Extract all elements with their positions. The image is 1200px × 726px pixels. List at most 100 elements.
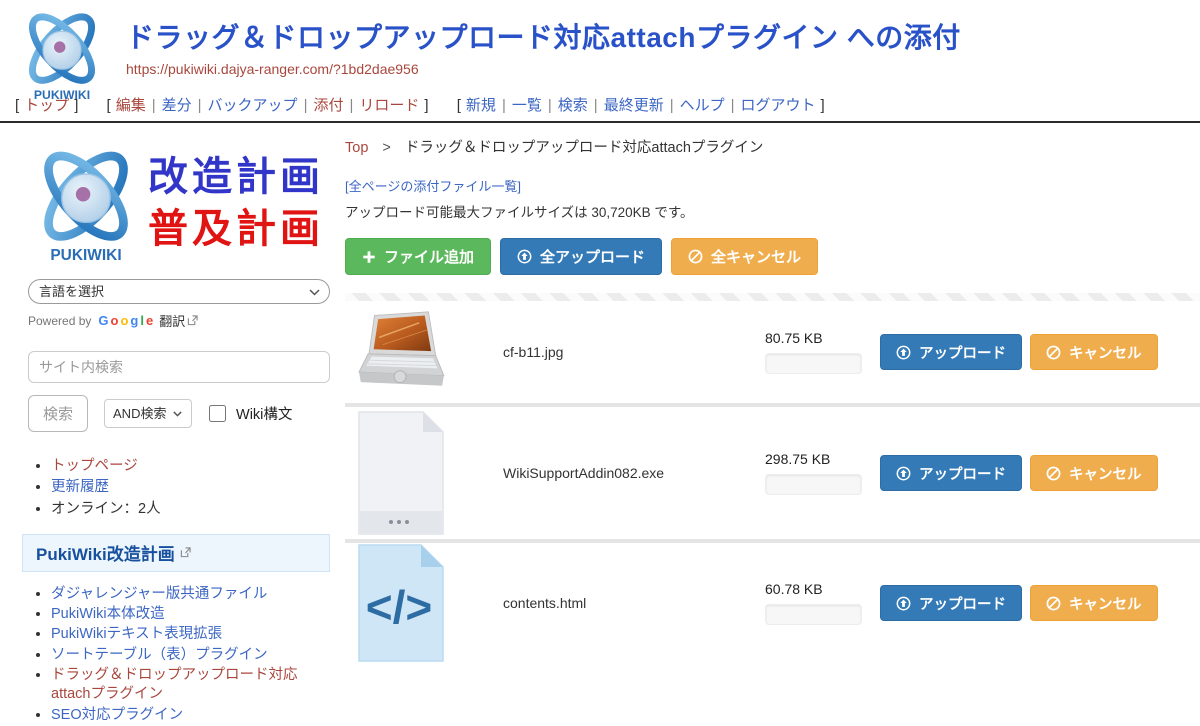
atom-logo-icon: PUKIWIKI xyxy=(16,6,108,102)
nav-backup[interactable]: バックアップ xyxy=(208,97,298,114)
list-item: SEO対応プラグイン xyxy=(51,706,330,725)
sidebar-item-dnd-attach[interactable]: ドラッグ＆ドロップアップロード対応attachプラグイン xyxy=(51,667,298,702)
nav-separator: | xyxy=(198,97,202,114)
add-files-button[interactable]: ファイル追加 xyxy=(345,238,491,275)
sidebar-item-common-files[interactable]: ダジャレンジャー版共通ファイル xyxy=(51,586,267,602)
ban-circle-icon xyxy=(1046,345,1061,360)
search-button[interactable]: 検索 xyxy=(28,395,88,432)
list-item: PukiWiki本体改造 xyxy=(51,605,330,624)
atom-logo-icon: PUKIWIKI xyxy=(28,140,144,266)
sidebar-item-update-history[interactable]: 更新履歴 xyxy=(51,479,109,495)
sidebar-item-sort-table[interactable]: ソートテーブル（表）プラグイン xyxy=(51,647,268,663)
breadcrumb-current: ドラッグ＆ドロップアップロード対応attachプラグイン xyxy=(405,140,764,156)
file-name: contents.html xyxy=(503,595,765,611)
bracket: ] xyxy=(424,97,428,114)
logo-wordmark: PUKIWIKI xyxy=(50,247,121,264)
nav-reload[interactable]: リロード xyxy=(359,97,419,114)
sidebar-logo[interactable]: PUKIWIKI 改造計画 普及計画 xyxy=(28,139,330,267)
page-title[interactable]: ドラッグ＆ドロップアップロード対応attachプラグイン への添付 xyxy=(126,22,1200,54)
breadcrumb-home[interactable]: Top xyxy=(345,140,368,156)
translate-link[interactable]: 翻訳 xyxy=(159,311,185,330)
ban-circle-icon xyxy=(688,249,703,264)
cancel-button[interactable]: キャンセル xyxy=(1030,585,1158,621)
nav-separator: | xyxy=(670,97,674,114)
file-progress-bar xyxy=(765,604,862,625)
breadcrumb-separator: > xyxy=(382,140,390,156)
nav-recent[interactable]: 最終更新 xyxy=(604,97,664,114)
list-item: オンライン：2人 xyxy=(51,500,330,519)
powered-by-google: Powered by Google 翻訳 xyxy=(28,311,330,330)
upload-all-button[interactable]: 全アップロード xyxy=(500,238,662,275)
nav-edit[interactable]: 編集 xyxy=(116,97,146,114)
search-mode-select[interactable]: AND検索 xyxy=(104,399,192,428)
cancel-button[interactable]: キャンセル xyxy=(1030,455,1158,491)
page-url: https://pukiwiki.dajya-ranger.com/?1bd2d… xyxy=(126,61,1200,77)
laptop-photo-thumbnail xyxy=(351,310,451,394)
slogan-line2: 普及計画 xyxy=(148,203,324,255)
list-item: ドラッグ＆ドロップアップロード対応attachプラグイン xyxy=(51,666,330,705)
ban-circle-icon xyxy=(1046,596,1061,611)
nav-separator: | xyxy=(349,97,353,114)
all-attachments-link[interactable]: [全ページの添付ファイル一覧] xyxy=(345,176,521,195)
list-item: ソートテーブル（表）プラグイン xyxy=(51,646,330,665)
nav-separator: | xyxy=(731,97,735,114)
upload-circle-icon xyxy=(896,596,911,611)
nav-search[interactable]: 検索 xyxy=(558,97,588,114)
max-file-size-text: アップロード可能最大ファイルサイズは 30,720KB です。 xyxy=(345,201,1200,221)
external-link-icon xyxy=(187,315,198,326)
powered-by-label: Powered by xyxy=(28,314,91,328)
nav-list[interactable]: 一覧 xyxy=(512,97,542,114)
nav-diff[interactable]: 差分 xyxy=(162,97,192,114)
wiki-syntax-checkbox[interactable] xyxy=(209,405,226,422)
sidebar: PUKIWIKI 改造計画 普及計画 言語を選択 Powered by Goog… xyxy=(0,123,345,726)
total-progress-bar xyxy=(345,293,1200,301)
pukiwiki-kaizou-link[interactable]: PukiWiki改造計画 xyxy=(36,540,175,565)
list-item: ダジャレンジャー版共通ファイル xyxy=(51,585,330,604)
nav-help[interactable]: ヘルプ xyxy=(680,97,725,114)
sidebar-item-top-page[interactable]: トップページ xyxy=(51,458,138,474)
file-progress-bar xyxy=(765,353,862,374)
logo-wordmark: PUKIWIKI xyxy=(34,88,90,102)
file-row: </> contents.html 60.78 KB アップロード xyxy=(345,543,1200,663)
nav-logout[interactable]: ログアウト xyxy=(741,97,816,114)
nav-separator: | xyxy=(548,97,552,114)
upload-circle-icon xyxy=(517,249,532,264)
cancel-button[interactable]: キャンセル xyxy=(1030,334,1158,370)
upload-button[interactable]: アップロード xyxy=(880,585,1022,621)
sidebar-slogan: 改造計画 普及計画 xyxy=(148,151,324,255)
sidebar-item-text-ext[interactable]: PukiWikiテキスト表現拡張 xyxy=(51,626,222,642)
file-row: WikiSupportAddin082.exe 298.75 KB アップロード xyxy=(345,407,1200,539)
sidebar-item-seo-plugin[interactable]: SEO対応プラグイン xyxy=(51,707,183,723)
file-name: cf-b11.jpg xyxy=(503,344,765,360)
online-count: オンライン：2人 xyxy=(51,501,161,517)
nav-separator: | xyxy=(152,97,156,114)
list-item: 更新履歴 xyxy=(51,478,330,497)
list-item: PukiWikiテキスト表現拡張 xyxy=(51,625,330,644)
site-search-input[interactable] xyxy=(28,351,330,383)
upload-button[interactable]: アップロード xyxy=(880,334,1022,370)
code-glyph: </> xyxy=(366,581,433,633)
main-nav: [トップ] [編集|差分|バックアップ|添付|リロード] [新規|一覧|検索|最… xyxy=(0,92,1200,121)
cancel-all-button[interactable]: 全キャンセル xyxy=(671,238,818,275)
upload-button[interactable]: アップロード xyxy=(880,455,1022,491)
wiki-syntax-label: Wiki構文 xyxy=(236,403,292,424)
language-select[interactable]: 言語を選択 xyxy=(28,279,330,304)
page-header: PUKIWIKI ドラッグ＆ドロップアップロード対応attachプラグイン への… xyxy=(0,0,1200,92)
nav-attach[interactable]: 添付 xyxy=(313,97,343,114)
sidebar-links-bottom: ダジャレンジャー版共通ファイル PukiWiki本体改造 PukiWikiテキス… xyxy=(28,585,330,725)
nav-separator: | xyxy=(304,97,308,114)
pukiwiki-logo[interactable]: PUKIWIKI xyxy=(16,6,108,102)
file-size: 80.75 KB xyxy=(765,330,877,346)
sidebar-section-heading: PukiWiki改造計画 xyxy=(22,534,330,572)
nav-new[interactable]: 新規 xyxy=(466,97,496,114)
bracket: [ xyxy=(457,97,461,114)
sidebar-item-body-mod[interactable]: PukiWiki本体改造 xyxy=(51,606,165,622)
upload-toolbar: ファイル追加 全アップロード 全キャンセル xyxy=(345,238,1200,275)
file-row: cf-b11.jpg 80.75 KB アップロード xyxy=(345,301,1200,403)
file-name: WikiSupportAddin082.exe xyxy=(503,465,765,481)
list-item: トップページ xyxy=(51,457,330,476)
nav-separator: | xyxy=(594,97,598,114)
sidebar-links-top: トップページ 更新履歴 オンライン：2人 xyxy=(28,457,330,519)
slogan-line1: 改造計画 xyxy=(148,151,324,203)
file-progress-bar xyxy=(765,474,862,495)
